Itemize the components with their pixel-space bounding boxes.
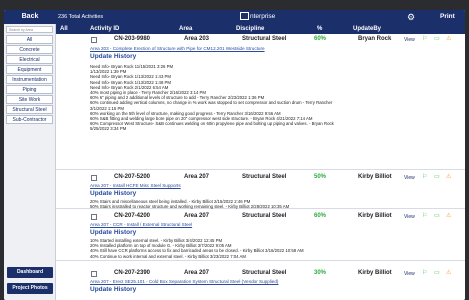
column-updated-by[interactable]: UpdateBy [353,24,381,34]
activity-percent: 60% [314,36,327,42]
sidebar-item-instrumentation[interactable]: Instrumentation [6,75,53,84]
logo-text: nterprise [250,13,276,20]
view-link[interactable]: View [404,37,415,43]
warning-icon[interactable]: ⚠ [446,36,451,42]
activity-area: Area 207 [184,270,210,276]
activity-description-link[interactable]: Area 207 - CCR - Install / External Stru… [90,222,192,227]
history-note: 50% Stairs insstralled to reactor struct… [90,204,290,210]
top-bar: Back 236 Total Activities nterprise ⚙ Pr… [4,10,465,24]
activity-description-link[interactable]: Area 203 - Complete Erection of Structur… [90,46,265,51]
enterprise-logo: nterprise [240,12,300,22]
sidebar-item-sub-contractor[interactable]: Sub-Contractor [6,115,53,124]
activity-area: Area 203 [184,36,210,42]
activity-updated-by: Kirby Billiot [358,270,392,276]
select-checkbox[interactable] [91,214,97,220]
activity-card: CN-207-5200 Area 207 Structural Steel 50… [56,171,465,209]
activity-updated-by: Kirby Billiot [358,213,392,219]
print-button[interactable]: Print [440,10,455,24]
activity-id: CN-207-4200 [114,213,151,219]
column-activity-id[interactable]: Activity ID [90,24,119,34]
activity-updated-by: Bryan Rock [358,36,392,42]
activity-id: CN-203-9980 [114,36,151,42]
logo-mark [240,12,249,21]
project-photos-button[interactable]: Project Photos [7,283,53,294]
select-checkbox[interactable] [91,271,97,277]
activity-description-link[interactable]: Area 207 - Install HCFE Misc Steel Suppo… [90,183,181,188]
view-link[interactable]: View [404,214,415,220]
sidebar-item-site-work[interactable]: Site Work [6,95,53,104]
update-history-notes: 20% Stairs and miscellaneous steel being… [90,199,460,209]
flag-icon[interactable]: ⚐ [422,270,427,276]
update-history-notes: 10% Started installing external steel. -… [90,238,460,259]
activity-percent: 30% [314,270,327,276]
sidebar-item-equipment[interactable]: Equipment [6,65,53,74]
update-history-title: Update History [90,286,137,293]
activity-card: CN-207-2390 Area 207 Structural Steel 30… [56,262,465,300]
sidebar-item-concrete[interactable]: Concrete [6,45,53,54]
activity-id: CN-207-2390 [114,270,151,276]
flag-icon[interactable]: ⚐ [422,174,427,180]
device-frame: Back 236 Total Activities nterprise ⚙ Pr… [0,0,469,300]
app-screen: Back 236 Total Activities nterprise ⚙ Pr… [4,10,465,300]
activity-id: CN-207-5200 [114,174,151,180]
activity-discipline: Structural Steel [242,36,287,42]
column-percent[interactable]: % [317,24,322,34]
activity-description-link[interactable]: Area 207 - Erect SE25.101 - Cold Box Sep… [90,279,278,284]
warning-icon[interactable]: ⚠ [446,213,451,219]
total-activities-count: 236 Total Activities [58,14,104,20]
comment-icon[interactable]: ▭ [434,213,440,219]
update-history-title: Update History [90,190,137,197]
activity-discipline: Structural Steel [242,213,287,219]
activity-area: Area 207 [184,174,210,180]
history-note: 5/25/2022 3:34 PM [90,126,127,132]
dashboard-button[interactable]: Dashboard [7,267,53,278]
activity-discipline: Structural Steel [242,270,287,276]
column-all[interactable]: All [60,24,68,34]
select-checkbox[interactable] [91,37,97,43]
view-link[interactable]: View [404,271,415,277]
warning-icon[interactable]: ⚠ [446,174,451,180]
column-header: All Activity ID Area Discipline % Update… [56,24,465,34]
activity-discipline: Structural Steel [242,174,287,180]
update-history-notes: Need Info- Bryan Rock 11/15/2021 3:26 PM… [90,64,460,132]
activity-percent: 60% [314,213,327,219]
activity-card: CN-203-9980 Area 203 Structural Steel 60… [56,34,465,170]
column-discipline[interactable]: Discipline [236,24,264,34]
activity-list: CN-203-9980 Area 203 Structural Steel 60… [56,34,465,300]
discipline-sidebar: Search by Area All Concrete Electrical E… [4,24,56,300]
history-note: 40% Continue to work internal and extern… [90,253,246,259]
sidebar-item-structural-steel[interactable]: Structural Steel [6,105,53,114]
area-search-input[interactable]: Search by Area [6,26,53,33]
sidebar-item-all[interactable]: All [6,35,53,44]
comment-icon[interactable]: ▭ [434,174,440,180]
warning-icon[interactable]: ⚠ [446,270,451,276]
comment-icon[interactable]: ▭ [434,36,440,42]
activity-percent: 50% [314,174,327,180]
update-history-title: Update History [90,53,137,60]
column-area[interactable]: Area [179,24,192,34]
flag-icon[interactable]: ⚐ [422,213,427,219]
gear-icon[interactable]: ⚙ [407,12,415,22]
update-history-title: Update History [90,229,137,236]
flag-icon[interactable]: ⚐ [422,36,427,42]
activity-card: CN-207-4200 Area 207 Structural Steel 60… [56,210,465,261]
sidebar-item-piping[interactable]: Piping [6,85,53,94]
comment-icon[interactable]: ▭ [434,270,440,276]
select-checkbox[interactable] [91,175,97,181]
activity-updated-by: Kirby Billiot [358,174,392,180]
view-link[interactable]: View [404,175,415,181]
sidebar-item-electrical[interactable]: Electrical [6,55,53,64]
activity-area: Area 207 [184,213,210,219]
back-button[interactable]: Back [4,10,56,24]
